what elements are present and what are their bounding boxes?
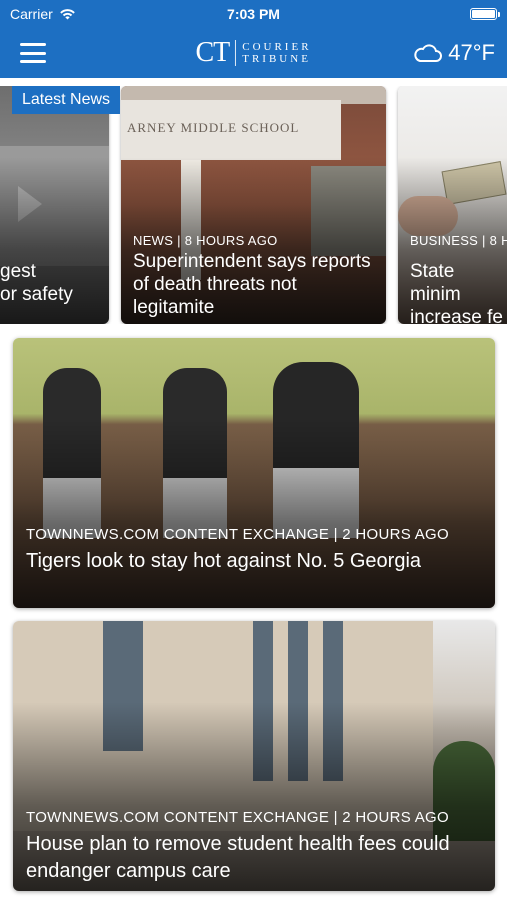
logo-line-1: COURIER	[242, 41, 312, 53]
logo-divider	[235, 40, 237, 66]
carousel-card[interactable]: ARNEY MIDDLE SCHOOL NEWS | 8 HOURS AGO S…	[121, 86, 386, 324]
carrier-label: Carrier	[10, 6, 53, 22]
logo-line-2: TRIBUNE	[242, 53, 311, 65]
logo-text: COURIER TRIBUNE	[242, 41, 311, 65]
story-title: House plan to remove student health fees…	[26, 833, 450, 882]
story-card[interactable]: TOWNNEWS.COM CONTENT EXCHANGE | 2 HOURS …	[13, 338, 495, 608]
wifi-icon	[59, 9, 75, 20]
story-meta: TOWNNEWS.COM CONTENT EXCHANGE | 2 HOURS …	[26, 526, 449, 543]
nav-bar: CT COURIER TRIBUNE 47°F	[0, 28, 507, 78]
cloud-icon	[414, 44, 443, 62]
hamburger-menu-icon[interactable]	[20, 43, 46, 63]
status-time: 7:03 PM	[227, 6, 280, 22]
carousel-card-title: State minim increase fe	[410, 261, 503, 324]
carousel-card-meta: NEWS | 8 HOURS AGO	[133, 233, 278, 248]
weather-widget[interactable]: 47°F	[412, 40, 495, 66]
carousel-card-meta: BUSINESS | 8 H	[410, 233, 507, 248]
carousel-card[interactable]: gest or safety	[0, 86, 109, 324]
status-left: Carrier	[10, 6, 76, 22]
story-meta: TOWNNEWS.COM CONTENT EXCHANGE | 2 HOURS …	[26, 809, 449, 826]
carousel-card-title: Superintendent says reports of death thr…	[133, 251, 371, 318]
logo-mark: CT	[195, 37, 230, 68]
carousel-card-title: gest or safety	[0, 261, 73, 305]
story-card[interactable]: TOWNNEWS.COM CONTENT EXCHANGE | 2 HOURS …	[13, 621, 495, 891]
courier-tribune-logo[interactable]: CT COURIER TRIBUNE	[195, 37, 311, 69]
battery-icon	[470, 8, 500, 20]
latest-news-carousel[interactable]: gest or safety ARNEY MIDDLE SCHOOL NEWS …	[0, 86, 507, 324]
temperature: 47°F	[448, 40, 495, 65]
school-sign-text: ARNEY MIDDLE SCHOOL	[127, 120, 300, 135]
status-bar: Carrier 7:03 PM	[0, 0, 507, 28]
carousel-card[interactable]: BUSINESS | 8 H State minim increase fe	[398, 86, 507, 324]
story-title: Tigers look to stay hot against No. 5 Ge…	[26, 550, 422, 572]
section-badge-latest-news: Latest News	[12, 86, 121, 114]
school-sign: ARNEY MIDDLE SCHOOL	[121, 100, 341, 160]
